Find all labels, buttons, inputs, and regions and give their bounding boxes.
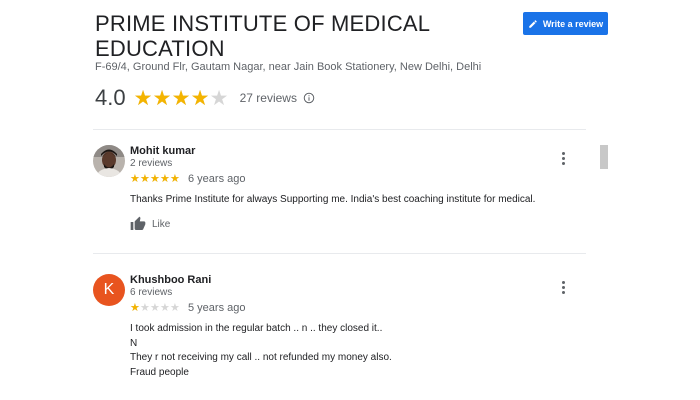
pencil-icon	[529, 19, 537, 28]
star-icon: ★★	[171, 86, 191, 110]
review-text: I took admission in the regular batch ..…	[130, 322, 392, 380]
reviews-count-link[interactable]: 27 reviews	[240, 91, 297, 105]
like-label: Like	[152, 218, 171, 230]
star-icon: ★★	[150, 301, 160, 314]
review-text: Thanks Prime Institute for always Suppor…	[130, 193, 535, 208]
thumbs-up-icon	[130, 216, 146, 230]
place-title: PRIME INSTITUTE OF MEDICAL EDUCATION	[95, 11, 430, 61]
review-text-line: Thanks Prime Institute for always Suppor…	[130, 194, 536, 205]
reviewer-review-count: 6 reviews	[130, 287, 173, 298]
review-stars: ★★★★★★★★★★	[130, 172, 180, 185]
review-time: 6 years ago	[188, 173, 246, 185]
scrollbar[interactable]	[600, 145, 608, 169]
star-icon: ★★	[130, 301, 140, 314]
divider	[93, 253, 586, 254]
star-icon: ★★	[140, 301, 150, 314]
more-options-icon[interactable]	[560, 281, 566, 294]
review-rating: ★ ★ ★ ★ ★ ★ ★ ★ ★ ★ 6 years ago	[130, 173, 245, 185]
star-icon: ★★	[209, 86, 229, 110]
reviewer-review-count: 2 reviews	[130, 158, 173, 169]
star-icon: ★★	[190, 86, 210, 110]
avatar[interactable]	[93, 145, 125, 177]
reviewer-name[interactable]: Mohit kumar	[130, 145, 195, 157]
star-icon: ★★	[160, 301, 170, 314]
more-options-icon[interactable]	[560, 152, 566, 165]
star-icon: ★★	[160, 172, 170, 185]
star-icon: ★★	[130, 172, 140, 185]
write-review-label: Write a review	[542, 18, 604, 29]
star-icon: ★★	[140, 172, 150, 185]
rating-stars: ★★★★★★★★★★	[134, 88, 229, 109]
write-review-button[interactable]: Write a review	[523, 12, 608, 35]
divider	[93, 129, 586, 130]
rating-summary: 4.0 ★★★★★★★★★★ 27 reviews	[95, 84, 315, 112]
review-time: 5 years ago	[188, 302, 246, 314]
star-icon: ★★	[152, 86, 172, 110]
star-icon: ★★	[150, 172, 160, 185]
rating-value: 4.0	[95, 85, 126, 110]
review-text-line: I took admission in the regular batch ..…	[130, 323, 383, 334]
avatar[interactable]: K	[93, 274, 125, 306]
star-icon: ★★	[170, 301, 180, 314]
star-icon: ★★	[170, 172, 180, 185]
review-text-line: N	[130, 337, 138, 349]
place-address: F-69/4, Ground Flr, Gautam Nagar, near J…	[95, 61, 482, 73]
info-icon[interactable]	[303, 92, 315, 104]
review-text-line: They r not receiving my call .. not refu…	[130, 352, 392, 363]
review-stars: ★★★★★★★★★★	[130, 301, 180, 314]
like-button[interactable]: Like	[130, 216, 170, 232]
reviewer-name[interactable]: Khushboo Rani	[130, 274, 211, 286]
review-rating: ★★★★★★★★★★ 5 years ago	[130, 302, 245, 314]
review-text-line: Fraud people	[130, 366, 189, 378]
star-icon: ★★	[133, 86, 153, 110]
